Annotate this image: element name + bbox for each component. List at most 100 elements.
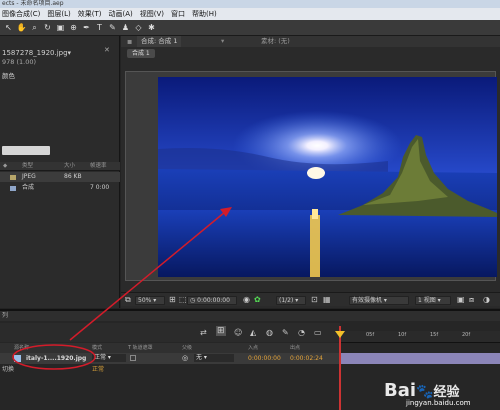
eraser-tool-icon[interactable]: ◇ <box>133 22 144 33</box>
live-update-icon[interactable]: ▭ <box>314 328 322 337</box>
pen-tool-icon[interactable]: ✒ <box>81 22 92 33</box>
menu-effect[interactable]: 效果(T) <box>78 8 102 20</box>
playhead-handle-icon[interactable] <box>335 331 345 338</box>
menu-help[interactable]: 帮助(H) <box>192 8 217 20</box>
tab-composition[interactable]: 合成: 合成 1 <box>137 36 182 47</box>
current-time-indicator[interactable] <box>339 326 341 410</box>
col-source-name: 源名称 <box>14 345 30 351</box>
comp-subtab[interactable]: 合成 1 <box>127 49 155 58</box>
comp-label-swatch <box>10 186 16 191</box>
roi-icon[interactable]: ⊡ <box>311 295 318 304</box>
views-select[interactable]: 1 视图 ▾ <box>415 296 451 305</box>
col-mode: 模式 <box>92 345 103 351</box>
menu-composition[interactable]: 图像合成(C) <box>2 8 40 20</box>
layer-row[interactable]: italy-1....1920.jpg 正常 ▾ ◎ 无 ▾ 0:00:00:0… <box>0 353 340 364</box>
tools-toolbar: ↖ ✋ ⌕ ↻ ▣ ⊕ ✒ T ✎ ♟ ◇ ✱ <box>0 20 500 36</box>
menu-window[interactable]: 窗口 <box>171 8 185 20</box>
project-column-header: ◆ 类型 大小 帧速率 <box>0 162 120 171</box>
shy-layers-icon[interactable]: ☺ <box>234 328 242 337</box>
image-layer-icon <box>14 355 21 362</box>
tab-footage[interactable]: 素材: (无) <box>261 36 290 47</box>
parent-pickwhip-icon[interactable]: ◎ <box>182 353 188 364</box>
col-out: 出点 <box>290 345 301 351</box>
mask-visibility-icon[interactable]: ⬚ <box>179 295 187 304</box>
comp-canvas[interactable] <box>125 71 497 281</box>
watermark-logo: Bai🐾经验 <box>384 380 460 401</box>
text-tool-icon[interactable]: T <box>94 22 105 33</box>
draft-3d-icon[interactable]: ⊞ <box>216 326 226 336</box>
color-label: 颜色 <box>2 72 15 80</box>
toggle-switches-label[interactable]: 切换 <box>2 365 14 375</box>
track-matte-checkbox[interactable] <box>130 355 136 361</box>
ruler-tick: 10f <box>398 332 407 338</box>
item-type: 合成 <box>22 184 35 191</box>
snapshot-icon[interactable]: ◉ <box>243 295 250 304</box>
menu-layer[interactable]: 图层(L) <box>47 8 70 20</box>
tab-menu-icon[interactable]: ▾ <box>221 36 224 47</box>
ruler-tick: 15f <box>430 332 439 338</box>
exposure-icon[interactable]: ◑ <box>483 295 490 304</box>
composition-viewer: ▪ 合成: 合成 1 ▾ 素材: (无) 合成 1 ⧉ 50% ▾ ⊞ ⬚ ◷ … <box>121 36 500 308</box>
project-search-input[interactable] <box>2 146 50 155</box>
frame-blending-icon[interactable]: ◭ <box>250 328 256 337</box>
item-size: 86 KB <box>64 173 82 180</box>
project-item-comp[interactable]: 合成 7 0:00 <box>0 183 120 193</box>
footage-info: 978 (1.00) <box>2 58 37 66</box>
layout-icon[interactable]: ▣ <box>457 295 465 304</box>
footage-filename: 1587278_1920.jpg▾ <box>2 49 72 57</box>
viewer-tab-bar: ▪ 合成: 合成 1 ▾ 素材: (无) <box>121 36 500 47</box>
hand-tool-icon[interactable]: ✋ <box>16 22 27 33</box>
layer-column-header: 源名称 模式 T 轨道遮罩 父级 入点 出点 <box>0 343 340 353</box>
switches-row: 切换 正常 <box>0 365 340 375</box>
menu-view[interactable]: 视图(V) <box>140 8 164 20</box>
col-size[interactable]: 大小 <box>64 162 75 171</box>
rotate-tool-icon[interactable]: ↻ <box>42 22 53 33</box>
col-fps[interactable]: 帧速率 <box>90 162 107 171</box>
ruler-tick: 20f <box>462 332 471 338</box>
layer-name[interactable]: italy-1....1920.jpg <box>26 353 86 364</box>
label-column-icon[interactable]: ◆ <box>3 162 7 171</box>
motion-blur-icon[interactable]: ◍ <box>266 328 273 337</box>
ruler-tick: 05f <box>366 332 375 338</box>
graph-editor-icon[interactable]: ◔ <box>298 328 305 337</box>
color-channel-icon[interactable]: ✿ <box>254 295 261 304</box>
seascape-image <box>158 77 497 277</box>
fast-preview-icon[interactable]: ⧈ <box>469 295 474 305</box>
blend-mode-select[interactable]: 正常 ▾ <box>92 354 126 362</box>
zoom-tool-icon[interactable]: ⌕ <box>29 22 40 33</box>
puppet-tool-icon[interactable]: ✱ <box>146 22 157 33</box>
transparency-grid-icon[interactable]: ▦ <box>323 295 331 304</box>
footage-image <box>158 77 497 277</box>
resolution-select[interactable]: (1/2) ▾ <box>276 296 306 305</box>
item-type: JPEG <box>22 173 36 180</box>
pan-behind-tool-icon[interactable]: ⊕ <box>68 22 79 33</box>
col-parent: 父级 <box>182 345 193 351</box>
col-type[interactable]: 类型 <box>22 162 33 171</box>
selection-tool-icon[interactable]: ↖ <box>3 22 14 33</box>
stamp-tool-icon[interactable]: ♟ <box>120 22 131 33</box>
camera-tool-icon[interactable]: ▣ <box>55 22 66 33</box>
project-item-jpeg[interactable]: JPEG 86 KB <box>0 172 120 182</box>
brainstorm-icon[interactable]: ✎ <box>282 328 289 337</box>
brush-tool-icon[interactable]: ✎ <box>107 22 118 33</box>
modes-toggle[interactable]: 正常 <box>92 365 104 375</box>
camera-select[interactable]: 有效摄像机 ▾ <box>349 296 409 305</box>
lock-icon[interactable]: ▪ <box>127 36 132 47</box>
time-ruler[interactable] <box>340 331 500 343</box>
window-title: ects - 未命名项目.aep <box>0 0 500 8</box>
timeline-header: 列 <box>0 311 500 321</box>
composition-mini-flowchart-icon[interactable]: ⇄ <box>200 328 207 337</box>
timecode-field[interactable]: ◷ 0:00:00:00 <box>187 296 237 305</box>
parent-select[interactable]: 无 ▾ <box>194 354 234 362</box>
menu-animation[interactable]: 动画(A) <box>108 8 132 20</box>
zoom-select[interactable]: 50% ▾ <box>135 296 165 305</box>
footage-label-swatch <box>10 175 16 180</box>
panel-close-icon[interactable]: ✕ <box>104 46 110 54</box>
layer-in-point[interactable]: 0:00:00:00 <box>248 353 281 364</box>
menu-bar: 图像合成(C) 图层(L) 效果(T) 动画(A) 视图(V) 窗口 帮助(H) <box>0 8 500 20</box>
layer-duration-bar[interactable] <box>340 353 500 364</box>
safe-zones-icon[interactable]: ⊞ <box>169 295 176 304</box>
layer-out-point[interactable]: 0:00:02:24 <box>290 353 323 364</box>
always-preview-icon[interactable]: ⧉ <box>125 295 131 305</box>
project-panel: 1587278_1920.jpg▾ ✕ 978 (1.00) 颜色 ◆ 类型 大… <box>0 36 120 344</box>
